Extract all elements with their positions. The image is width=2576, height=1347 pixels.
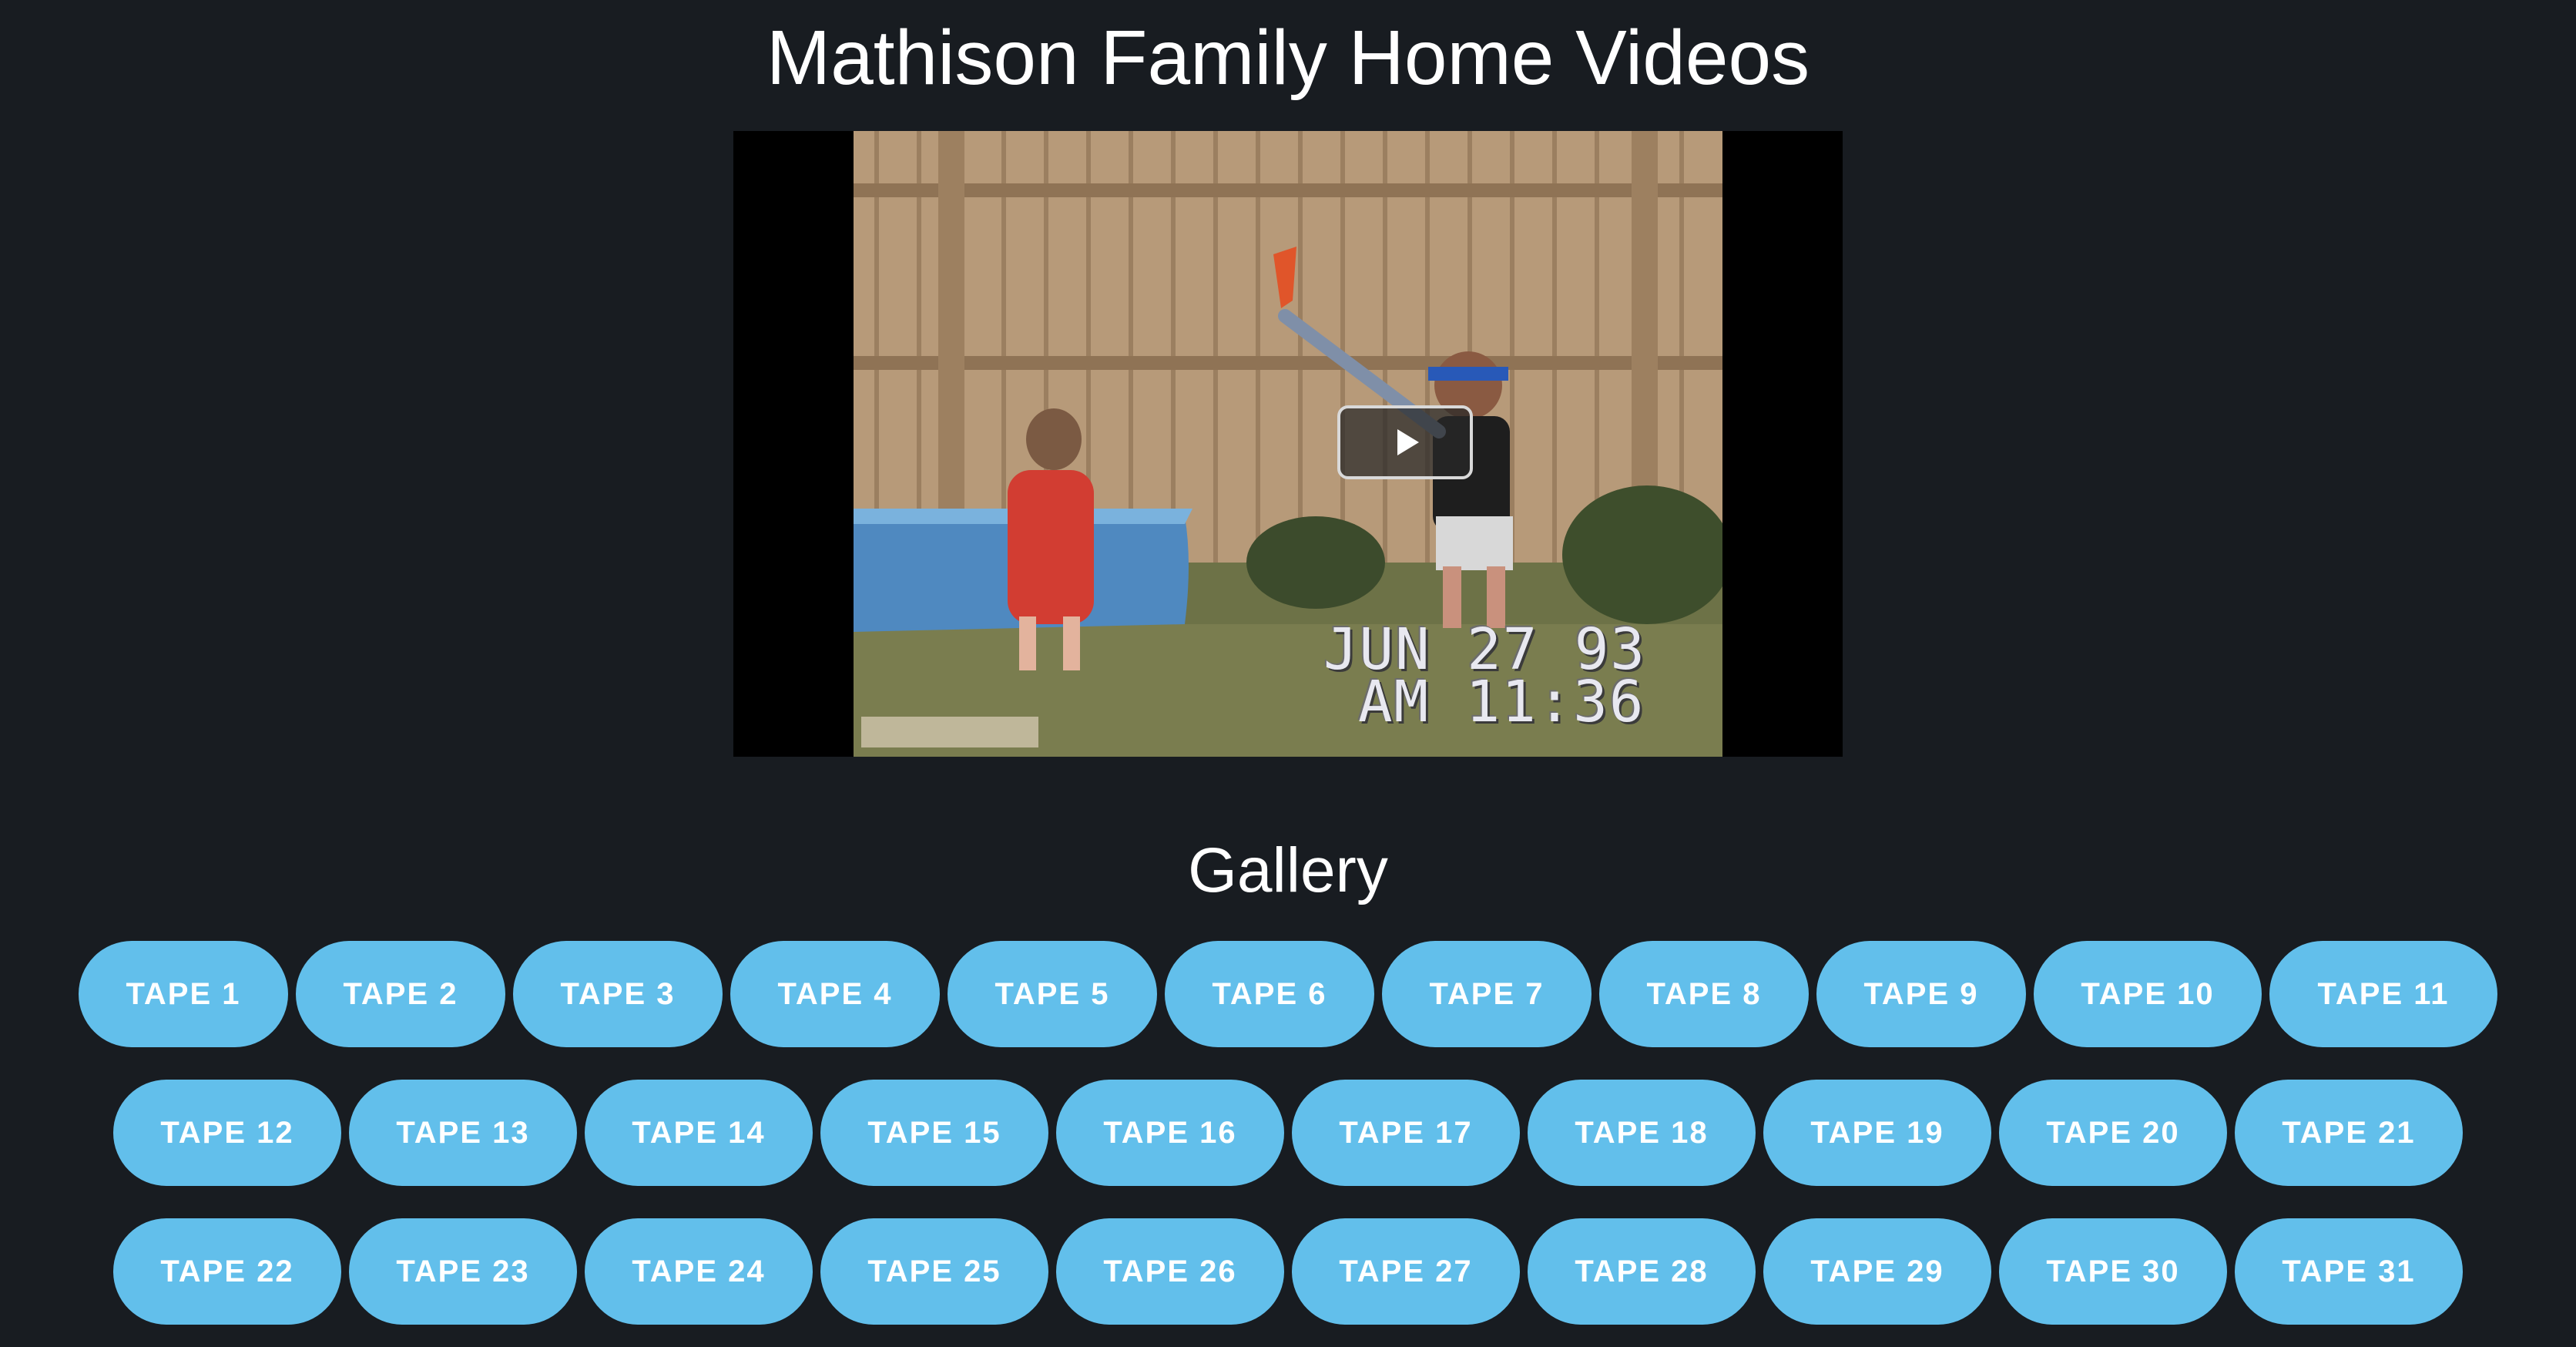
- tape-button[interactable]: TAPE 25: [820, 1218, 1048, 1325]
- tape-button[interactable]: TAPE 1: [79, 941, 288, 1047]
- tape-button[interactable]: TAPE 20: [1999, 1080, 2227, 1186]
- gallery-row: TAPE 1 TAPE 2 TAPE 3 TAPE 4 TAPE 5 TAPE …: [0, 941, 2576, 1047]
- tape-button[interactable]: TAPE 30: [1999, 1218, 2227, 1325]
- tape-button[interactable]: TAPE 14: [585, 1080, 813, 1186]
- tape-button[interactable]: TAPE 10: [2034, 941, 2262, 1047]
- tape-button[interactable]: TAPE 24: [585, 1218, 813, 1325]
- video-frame: JUN 27 93 AM 11:36: [854, 131, 1722, 757]
- tape-button[interactable]: TAPE 17: [1292, 1080, 1520, 1186]
- gallery-title: Gallery: [1188, 835, 1388, 905]
- gallery-row: TAPE 12 TAPE 13 TAPE 14 TAPE 15 TAPE 16 …: [0, 1080, 2576, 1186]
- tape-button[interactable]: TAPE 26: [1056, 1218, 1284, 1325]
- video-player[interactable]: JUN 27 93 AM 11:36: [733, 131, 1843, 757]
- tape-button[interactable]: TAPE 16: [1056, 1080, 1284, 1186]
- play-button[interactable]: [1337, 405, 1473, 479]
- tape-button[interactable]: TAPE 19: [1763, 1080, 1991, 1186]
- tape-button[interactable]: TAPE 5: [948, 941, 1157, 1047]
- tape-button[interactable]: TAPE 18: [1528, 1080, 1756, 1186]
- tape-button[interactable]: TAPE 23: [349, 1218, 577, 1325]
- tape-button[interactable]: TAPE 11: [2269, 941, 2497, 1047]
- tape-button[interactable]: TAPE 7: [1382, 941, 1592, 1047]
- tape-button[interactable]: TAPE 29: [1763, 1218, 1991, 1325]
- tape-button[interactable]: TAPE 21: [2235, 1080, 2463, 1186]
- tape-button[interactable]: TAPE 2: [296, 941, 505, 1047]
- tape-button[interactable]: TAPE 15: [820, 1080, 1048, 1186]
- video-time-overlay: AM 11:36: [1358, 669, 1645, 735]
- tape-button[interactable]: TAPE 13: [349, 1080, 577, 1186]
- tape-button[interactable]: TAPE 6: [1165, 941, 1374, 1047]
- tape-button[interactable]: TAPE 3: [513, 941, 723, 1047]
- tape-button[interactable]: TAPE 4: [730, 941, 940, 1047]
- tape-button[interactable]: TAPE 22: [113, 1218, 341, 1325]
- gallery-row: TAPE 22 TAPE 23 TAPE 24 TAPE 25 TAPE 26 …: [0, 1218, 2576, 1325]
- page-title: Mathison Family Home Videos: [766, 15, 1810, 101]
- tape-button[interactable]: TAPE 8: [1599, 941, 1809, 1047]
- tape-button[interactable]: TAPE 27: [1292, 1218, 1520, 1325]
- tape-button[interactable]: TAPE 31: [2235, 1218, 2463, 1325]
- play-icon: [1397, 429, 1419, 455]
- tape-button[interactable]: TAPE 28: [1528, 1218, 1756, 1325]
- tape-button[interactable]: TAPE 9: [1816, 941, 2026, 1047]
- tape-button[interactable]: TAPE 12: [113, 1080, 341, 1186]
